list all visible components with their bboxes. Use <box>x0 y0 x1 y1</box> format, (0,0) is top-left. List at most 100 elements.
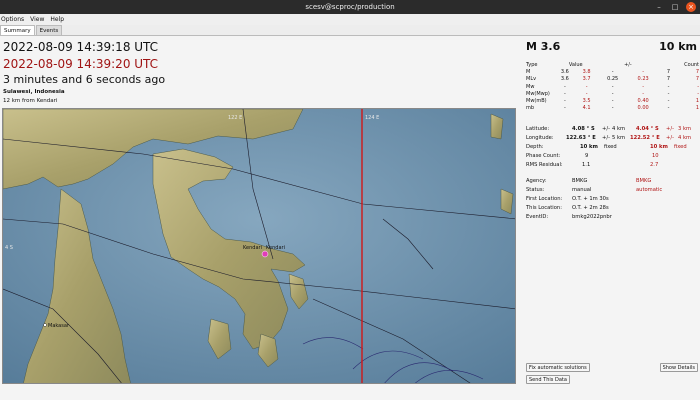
longitude-value: 122.63 ° E <box>566 135 596 141</box>
mag-value-auto: 3.8 <box>582 68 591 75</box>
lat-label: 4 S <box>5 245 13 251</box>
mag-type: Mw(mB) <box>526 98 547 105</box>
depth-row: Depth: 10 km fixed 10 km fixed <box>526 144 698 152</box>
mag-count-auto: - <box>697 90 699 97</box>
window-titlebar: scesv@scproc/production – □ × <box>0 0 700 14</box>
fix-automatic-button[interactable]: Fix automatic solutions <box>526 363 590 372</box>
minimize-icon[interactable]: – <box>654 2 664 12</box>
phase-count-value-auto: 10 <box>652 153 659 159</box>
rms-label: RMS Residual: <box>526 162 563 168</box>
longitude-value-auto: 122.52 ° E <box>630 135 660 141</box>
event-id-value: bmkg2022pnbr <box>572 214 612 220</box>
latitude-value-auto: 4.04 ° S <box>636 126 659 132</box>
longitude-unc: 5 km <box>612 135 626 141</box>
mag-unc-auto: 0.23 <box>637 76 649 83</box>
mag-type: M <box>526 68 531 75</box>
mag-unc: - <box>611 83 614 90</box>
creation-time: 2022-08-09 14:39:20 UTC <box>3 57 159 71</box>
nearest-city: 12 km from Kendari <box>3 98 58 104</box>
mag-count-auto: 7 <box>695 68 699 75</box>
table-row: mb - 4.1 - 0.00 - 1 <box>526 105 699 112</box>
mag-value: 3.6 <box>560 76 569 83</box>
latitude-value: 4.08 ° S <box>572 126 595 132</box>
rms-row: RMS Residual: 1.1 2.7 <box>526 162 698 170</box>
latitude-row: Latitude: 4.08 ° S +/- 4 km 4.04 ° S +/-… <box>526 126 698 134</box>
send-data-button[interactable]: Send This Data <box>526 375 570 384</box>
mag-count: - <box>667 90 670 97</box>
city-makasar-dot <box>43 323 47 327</box>
longitude-label: Longitude: <box>526 135 554 141</box>
magnitude-value: M 3.6 <box>526 40 561 53</box>
mag-unc: 0.25 <box>607 76 619 83</box>
city-makasar: Makasar <box>48 323 70 329</box>
agency-value-auto: BMKG <box>636 178 652 184</box>
depth-info-value-auto: 10 km <box>650 144 668 150</box>
table-row: Mw(Mwp) - - - - - - <box>526 90 699 97</box>
status-value: manual <box>572 187 592 193</box>
latitude-unc-auto: 3 km <box>678 126 692 132</box>
window-title: scesv@scproc/production <box>305 3 395 11</box>
region-name: Sulawesi, Indonesia <box>3 89 65 95</box>
agency-label: Agency: <box>526 178 547 184</box>
first-location-row: First Location: O.T. + 1m 30s <box>526 196 698 204</box>
mag-value-auto: 3.7 <box>582 76 591 83</box>
table-row: Mw(mB) - 3.5 - 0.40 - 1 <box>526 97 699 104</box>
summary-sidebar: M 3.6 10 km Type Value +/- Count M 3.6 3… <box>522 36 700 400</box>
city-kendari: Kendari <box>243 245 262 251</box>
close-icon[interactable]: × <box>686 2 696 12</box>
phase-count-row: Phase Count: 9 10 <box>526 153 698 161</box>
mag-value-auto: 4.1 <box>582 105 591 112</box>
epicenter-marker[interactable] <box>261 250 269 258</box>
depth-info-value: 10 km <box>580 144 598 150</box>
map-canvas[interactable]: 122 E 124 E 4 S Kendari Kendari Makasar <box>3 109 516 384</box>
latitude-pm: +/- <box>602 126 610 132</box>
lon-label-122: 122 E <box>228 115 242 121</box>
mag-value: - <box>563 98 566 105</box>
mag-value-auto: - <box>585 90 588 97</box>
menu-view[interactable]: View <box>30 14 44 25</box>
event-map[interactable]: 122 E 124 E 4 S Kendari Kendari Makasar <box>2 108 516 384</box>
longitude-unc-auto: 4 km <box>678 135 692 141</box>
first-location-value: O.T. + 1m 30s <box>572 196 609 202</box>
mag-value-auto: - <box>585 83 588 90</box>
magnitude-table: Type Value +/- Count M 3.6 3.8 - - 7 7 M… <box>526 61 699 112</box>
this-location-label: This Location: <box>526 205 562 211</box>
mag-value-auto: 3.5 <box>582 98 591 105</box>
col-uncertainty: +/- <box>624 61 632 68</box>
show-details-button[interactable]: Show Details <box>659 363 698 372</box>
depth-fixed: fixed <box>604 144 617 150</box>
phase-count-value: 9 <box>585 153 589 159</box>
mag-unc: - <box>611 68 614 75</box>
mag-unc-auto: - <box>642 90 645 97</box>
menu-bar: Options View Help <box>0 14 700 25</box>
mag-unc: - <box>611 105 614 112</box>
mag-type: MLv <box>526 76 537 83</box>
mag-unc-auto: - <box>642 68 645 75</box>
longitude-pm: +/- <box>602 135 610 141</box>
mag-unc-auto: 0.00 <box>637 105 649 112</box>
menu-options[interactable]: Options <box>1 14 24 25</box>
this-location-row: This Location: O.T. + 2m 28s <box>526 205 698 213</box>
table-row: M 3.6 3.8 - - 7 7 <box>526 68 699 75</box>
origin-time: 2022-08-09 14:39:18 UTC <box>3 40 159 54</box>
mag-count: - <box>667 98 670 105</box>
status-value-auto: automatic <box>636 187 663 193</box>
mag-value: 3.6 <box>560 68 569 75</box>
col-count: Count <box>684 61 699 68</box>
first-location-label: First Location: <box>526 196 563 202</box>
longitude-row: Longitude: 122.63 ° E +/- 5 km 122.52 ° … <box>526 135 698 143</box>
mag-count-auto: 1 <box>695 105 699 112</box>
mag-unc-auto: 0.40 <box>637 98 649 105</box>
maximize-icon[interactable]: □ <box>670 2 680 12</box>
mag-unc: - <box>611 98 614 105</box>
mag-unc: - <box>611 90 614 97</box>
city-kendari-2: Kendari <box>266 245 285 251</box>
mag-unc-auto: - <box>642 83 645 90</box>
rms-value-auto: 2.7 <box>650 162 659 168</box>
latitude-pm-auto: +/- <box>666 126 674 132</box>
event-id-row: EventID: bmkg2022pnbr <box>526 214 698 222</box>
mag-value: - <box>563 83 566 90</box>
menu-help[interactable]: Help <box>50 14 64 25</box>
magnitude-table-header: Type Value +/- Count <box>526 61 699 68</box>
depth-value: 10 km <box>659 40 697 53</box>
